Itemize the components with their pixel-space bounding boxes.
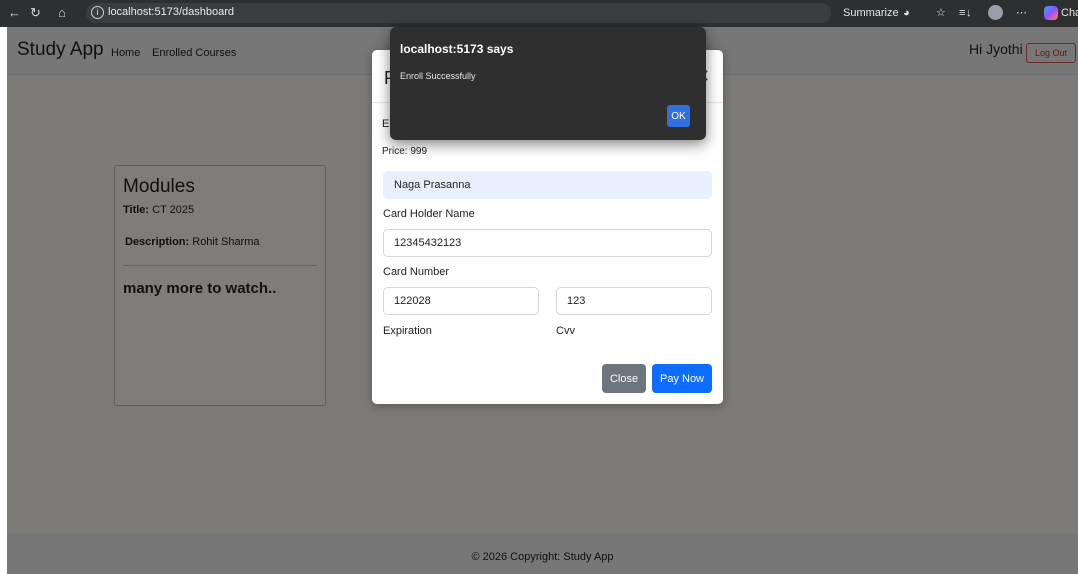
url-text: localhost:5173/dashboard [108, 6, 234, 18]
profile-avatar-icon[interactable] [988, 5, 1003, 20]
browser-toolbar: ← ↻ ⌂ i localhost:5173/dashboard Summari… [0, 0, 1078, 27]
expiration-input[interactable] [383, 287, 539, 315]
alert-title: localhost:5173 says [400, 42, 514, 56]
card-holder-name-label: Card Holder Name [383, 208, 475, 220]
copilot-icon[interactable] [1044, 6, 1058, 20]
download-icon[interactable]: ↓ [966, 5, 972, 21]
more-options-icon[interactable]: ⋯ [1016, 5, 1027, 21]
price-text: Price: 999 [382, 146, 428, 157]
back-icon[interactable]: ← [8, 5, 21, 21]
reload-icon[interactable]: ↻ [30, 5, 41, 21]
summarize-button[interactable]: Summarize [843, 5, 899, 21]
close-button[interactable]: Close [602, 364, 646, 393]
summarize-label: Summarize [843, 7, 899, 19]
address-bar[interactable]: i localhost:5173/dashboard [86, 3, 831, 23]
expiration-label: Expiration [383, 325, 432, 337]
card-number-label: Card Number [383, 266, 450, 278]
home-icon[interactable]: ⌂ [58, 5, 66, 21]
cvv-input[interactable] [556, 287, 712, 315]
chat-label[interactable]: Chat [1061, 5, 1078, 21]
alert-ok-button[interactable]: OK [667, 105, 690, 127]
cvv-label: Cvv [556, 325, 575, 337]
modal-partial-text: E [382, 118, 390, 130]
alert-message: Enroll Successfully [400, 71, 476, 81]
card-number-input[interactable] [383, 229, 712, 257]
summarize-icon: ◕ [903, 7, 910, 19]
favorites-list-icon[interactable]: ≡ [959, 5, 965, 21]
card-holder-name-input[interactable] [383, 171, 712, 199]
alert-dialog: localhost:5173 says Enroll Successfully … [390, 27, 706, 140]
favorite-star-icon[interactable]: ☆ [936, 5, 946, 21]
site-info-icon[interactable]: i [91, 6, 104, 19]
pay-now-button[interactable]: Pay Now [652, 364, 712, 393]
